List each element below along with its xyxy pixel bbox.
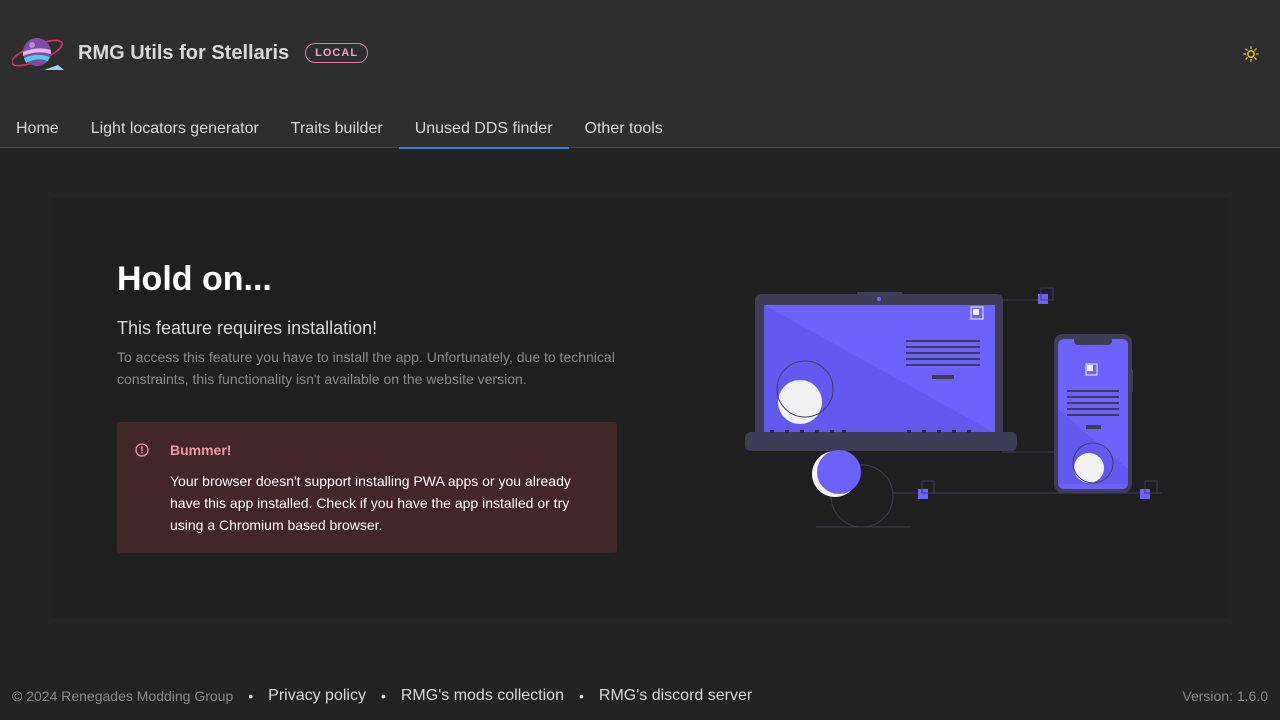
app-version: Version: 1.6.0: [1182, 688, 1268, 704]
page-footer: © 2024 Renegades Modding Group • Privacy…: [0, 684, 1280, 708]
planet-logo-icon: [12, 38, 64, 70]
app-header: RMG Utils for Stellaris LOCAL Home Light…: [0, 0, 1280, 149]
footer-separator: •: [578, 688, 584, 704]
app-title: RMG Utils for Stellaris: [78, 41, 290, 64]
page-subtitle: This feature requires installation!: [117, 318, 378, 338]
main-nav: Home Light locators generator Traits bui…: [0, 110, 679, 149]
devices-illustration: [745, 287, 1162, 528]
mods-collection-link[interactable]: RMG's mods collection: [401, 687, 564, 705]
page-description: To access this feature you have to insta…: [117, 349, 615, 387]
environment-badge: LOCAL: [305, 43, 369, 63]
footer-separator: •: [248, 688, 254, 704]
footer-separator: •: [380, 688, 386, 704]
alert-message: Your browser doesn't support installing …: [170, 473, 571, 533]
alert-title: Bummer!: [170, 442, 232, 458]
sun-icon: [1243, 46, 1259, 62]
brand: RMG Utils for Stellaris LOCAL: [12, 30, 369, 76]
discord-server-link[interactable]: RMG's discord server: [599, 687, 752, 705]
install-required-card: Hold on... This feature requires install…: [52, 198, 1228, 618]
error-alert: Bummer! Your browser doesn't support ins…: [117, 422, 617, 553]
tab-traits-builder[interactable]: Traits builder: [275, 110, 399, 148]
tab-other-tools[interactable]: Other tools: [569, 110, 679, 148]
tab-home[interactable]: Home: [0, 110, 75, 148]
tab-unused-dds-finder[interactable]: Unused DDS finder: [398, 110, 569, 149]
copyright-text: © 2024 Renegades Modding Group: [12, 688, 234, 704]
tab-light-locators-generator[interactable]: Light locators generator: [75, 110, 275, 148]
alert-circle-icon: [135, 443, 149, 457]
theme-toggle-button[interactable]: [1238, 41, 1264, 67]
privacy-policy-link[interactable]: Privacy policy: [268, 687, 366, 705]
footer-links: © 2024 Renegades Modding Group • Privacy…: [12, 684, 752, 708]
page-title: Hold on...: [117, 260, 272, 298]
